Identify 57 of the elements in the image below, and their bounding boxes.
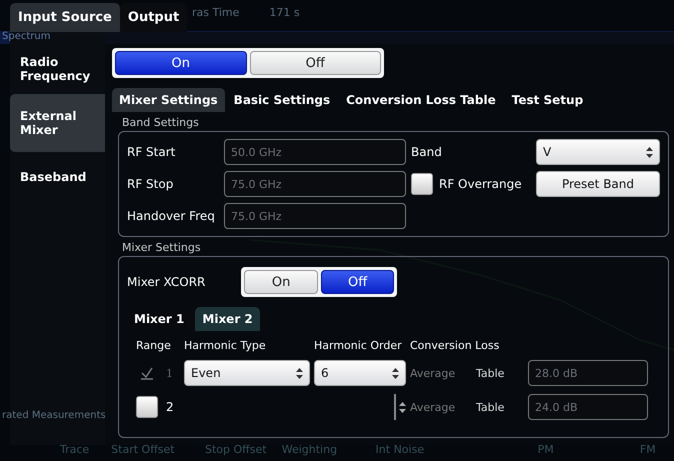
input-field[interactable]: 75.0 GHz (224, 203, 406, 229)
field-label: Handover Freq (127, 209, 216, 223)
spinner-icon (646, 146, 653, 158)
checkbox[interactable] (136, 396, 158, 418)
side-tab[interactable]: Radio Frequency (10, 44, 105, 94)
spinner-icon (296, 368, 303, 378)
mode-label: Average (410, 366, 456, 380)
column-header: Range (136, 339, 172, 352)
column-header: Conversion Loss (410, 339, 500, 352)
preset-band-button[interactable]: Preset Band (536, 171, 660, 197)
column-header: Weighting (282, 443, 338, 456)
spectrum-title: Spectrum (2, 31, 50, 42)
column-header: PM (538, 443, 555, 456)
column-header: Trace (60, 443, 90, 456)
background-label: 171 s (269, 6, 300, 19)
side-tab[interactable]: Baseband (10, 152, 105, 202)
tab[interactable]: Mixer 1 (127, 307, 192, 331)
field-label: Mixer XCORR (127, 275, 206, 289)
range-number: 2 (166, 400, 174, 414)
column-header: Int Noise (376, 443, 426, 456)
tab[interactable]: Input Source (10, 3, 120, 32)
field-label: Band (411, 145, 443, 159)
checkbox[interactable] (411, 173, 433, 195)
column-header: Harmonic Order (314, 339, 403, 352)
column-header: Stop Offset (204, 443, 268, 456)
spinner-icon (399, 402, 406, 412)
tab[interactable]: Mixer Settings (112, 88, 225, 112)
source-label: Table (476, 400, 506, 414)
tab[interactable]: Basic Settings (226, 88, 338, 112)
side-tab[interactable]: External Mixer (10, 94, 105, 152)
column-header: Start Offset (111, 443, 176, 456)
field-label: RF Start (127, 145, 176, 159)
measurement-title: rated Measurements (1, 410, 106, 421)
toggle-option[interactable]: On (244, 270, 318, 294)
tab[interactable]: Output (120, 3, 188, 32)
toggle-option[interactable]: Off (320, 270, 394, 294)
toggle-option[interactable]: Off (250, 51, 381, 75)
field-label: RF Stop (127, 177, 174, 191)
checkbox-label: RF Overrange (439, 177, 522, 191)
toggle-option[interactable]: On (115, 51, 246, 75)
input-field[interactable]: 24.0 dB (528, 394, 648, 420)
range-number: 1 (166, 366, 173, 380)
column-header: FM (640, 443, 657, 456)
input-field[interactable]: 50.0 GHz (224, 139, 406, 165)
source-label: Table (476, 366, 506, 380)
tab[interactable]: Test Setup (504, 88, 590, 112)
tab[interactable]: Conversion Loss Table (339, 88, 503, 112)
tab[interactable]: Mixer 2 (195, 307, 260, 331)
input-field[interactable]: 75.0 GHz (224, 171, 406, 197)
column-header: Harmonic Type (184, 339, 267, 352)
band-dropdown[interactable]: V (536, 139, 660, 165)
group-title: Mixer Settings (122, 241, 202, 254)
group-title: Band Settings (122, 116, 200, 129)
check-icon (140, 366, 154, 380)
background-label: ras Time (192, 6, 240, 19)
spinner-icon (392, 368, 399, 378)
mode-label: Average (410, 400, 456, 414)
